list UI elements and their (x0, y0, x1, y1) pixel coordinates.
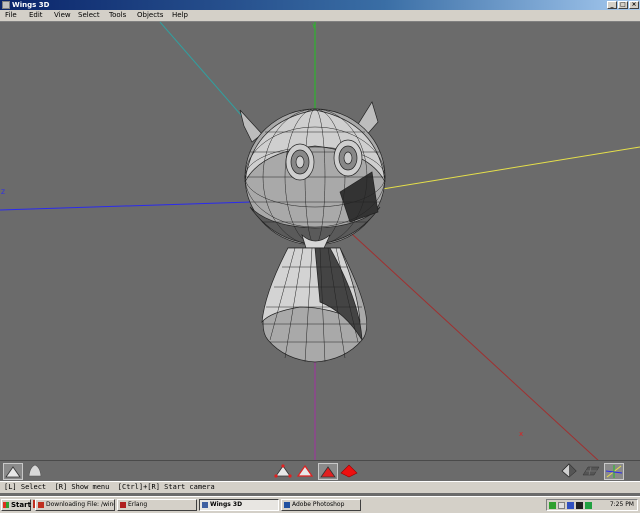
perspective-button[interactable] (560, 463, 580, 480)
tray-status-icon[interactable] (585, 502, 592, 509)
menu-view[interactable]: View (54, 11, 71, 20)
smooth-preview-icon (28, 464, 42, 477)
3d-viewport[interactable]: Y Z x (0, 22, 640, 460)
left-eye (285, 143, 315, 181)
system-tray: 7:25 PM (546, 499, 638, 511)
task-erlang[interactable]: Erlang (117, 499, 197, 511)
erlang-icon (120, 502, 126, 508)
tray-volume-icon[interactable] (558, 502, 565, 509)
right-eye (333, 139, 363, 177)
mode-toolbar (0, 460, 640, 482)
window-title: Wings 3D (12, 1, 50, 9)
wings-icon (202, 502, 208, 508)
vertex-select-button[interactable] (274, 463, 294, 480)
taskbar-clock: 7:25 PM (609, 501, 634, 508)
body-select-icon (340, 464, 358, 478)
face-select-button[interactable] (318, 463, 338, 480)
tray-app-icon[interactable] (576, 502, 583, 509)
edge-select-icon (296, 464, 314, 477)
face-select-icon (320, 466, 336, 478)
app-icon (2, 1, 10, 9)
menu-bar: File Edit View Select Tools Objects Help (0, 10, 640, 22)
geometry-mode-button[interactable] (3, 463, 23, 480)
axes-toggle-icon (605, 465, 623, 478)
menu-objects[interactable]: Objects (137, 11, 163, 20)
groundplane-button[interactable] (582, 463, 602, 480)
viewport-canvas[interactable]: Y Z x (0, 22, 640, 460)
vertex-select-icon (274, 464, 292, 478)
menu-select[interactable]: Select (78, 11, 100, 20)
tray-monitor-icon[interactable] (567, 502, 574, 509)
minimize-button[interactable]: _ (607, 1, 617, 9)
tray-network-icon[interactable] (549, 502, 556, 509)
menu-help[interactable]: Help (172, 11, 188, 20)
edge-select-button[interactable] (296, 463, 316, 480)
windows-taskbar: Start Downloading File: /wings/... Erlan… (0, 496, 640, 513)
photoshop-icon (284, 502, 290, 508)
status-text: [L] Select [R] Show menu [Ctrl]+[R] Star… (4, 483, 215, 491)
task-wings3d[interactable]: Wings 3D (199, 499, 279, 511)
windows-logo-icon (3, 502, 9, 508)
perspective-icon (561, 463, 577, 478)
title-bar: Wings 3D _ □ × (0, 0, 640, 10)
download-icon (38, 502, 44, 508)
menu-edit[interactable]: Edit (29, 11, 43, 20)
smooth-preview-button[interactable] (26, 463, 46, 480)
close-button[interactable]: × (629, 1, 639, 9)
task-downloading[interactable]: Downloading File: /wings/... (35, 499, 115, 511)
maximize-button[interactable]: □ (618, 1, 628, 9)
z-axis-label: Z (1, 189, 5, 196)
groundplane-icon (582, 466, 600, 476)
cursor-marker: x (519, 430, 523, 438)
body-select-button[interactable] (340, 463, 360, 480)
mesh-model[interactable] (239, 101, 386, 363)
start-button[interactable]: Start (1, 499, 31, 511)
status-bar: [L] Select [R] Show menu [Ctrl]+[R] Star… (0, 481, 640, 493)
axes-toggle-button[interactable] (604, 463, 624, 480)
y-axis-label: Y (311, 23, 316, 30)
geometry-mode-icon (5, 466, 21, 478)
menu-tools[interactable]: Tools (109, 11, 126, 20)
menu-file[interactable]: File (5, 11, 17, 20)
task-photoshop[interactable]: Adobe Photoshop (281, 499, 361, 511)
